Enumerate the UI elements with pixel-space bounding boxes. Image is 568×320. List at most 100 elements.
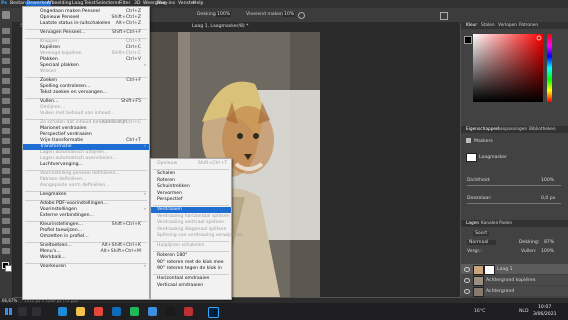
edit-menu-item-vervagen-penseel[interactable]: Vervagen Penseel... Shift+Ctrl+F — [23, 30, 149, 36]
eye-icon[interactable] — [464, 289, 470, 294]
file-explorer-icon[interactable] — [76, 307, 85, 316]
background-color-swatch[interactable] — [5, 265, 12, 272]
search-icon[interactable] — [18, 307, 27, 316]
transform-item-roteren[interactable]: Roteren — [151, 178, 231, 184]
tab-verlopen[interactable]: Verlopen — [498, 23, 517, 28]
layer-filter-kind[interactable]: Soort — [473, 231, 490, 236]
brush-tool-icon[interactable] — [2, 11, 10, 19]
gradient-tool-icon[interactable] — [2, 158, 10, 164]
edit-menu-item-omzetten-in-profiel[interactable]: Omzetten in profiel... — [23, 234, 149, 240]
app-logo[interactable]: Ps — [1, 1, 7, 6]
layer-row[interactable]: Achtergrond kopiëren — [461, 275, 568, 286]
document-tab[interactable]: Laag 1, Laagmasker/8) * — [192, 24, 248, 29]
spotify-icon[interactable] — [130, 307, 139, 316]
layer-row[interactable]: Laag 1 — [461, 264, 568, 275]
eye-icon[interactable] — [464, 267, 470, 272]
lasso-tool-icon[interactable] — [2, 58, 10, 64]
pen-tool-icon[interactable] — [2, 188, 10, 194]
transform-item-schalen[interactable]: Schalen — [151, 171, 231, 177]
transform-item-verdraaien[interactable]: Verdraaien — [151, 207, 231, 213]
eye-icon[interactable] — [464, 278, 470, 283]
blur-tool-icon[interactable] — [2, 168, 10, 174]
layer-name[interactable]: Laag 1 — [497, 267, 513, 272]
xbox-icon[interactable] — [166, 307, 175, 316]
density-value[interactable]: 100% — [541, 178, 554, 183]
foreground-swatch[interactable] — [464, 36, 472, 44]
transform-item-verticaal-omdraaien[interactable]: Verticaal omdraaien — [151, 283, 231, 289]
menu-item-label: 90° roteren met de klok mee — [157, 259, 224, 265]
transform-item-90-roteren-met-de-klok-mee[interactable]: 90° roteren met de klok mee — [151, 260, 231, 266]
eyedropper-tool-icon[interactable] — [2, 98, 10, 104]
photoshop-icon[interactable] — [208, 307, 219, 318]
layer-name[interactable]: Achtergrond — [486, 289, 514, 294]
hue-slider[interactable] — [547, 34, 552, 102]
edge-browser-icon[interactable] — [58, 307, 67, 316]
edit-menu-item-werkbalk[interactable]: Werkbalk... — [23, 255, 149, 261]
tab-aanpassingen[interactable]: Aanpassingen — [497, 127, 527, 132]
tab-stalen[interactable]: Stalen — [481, 23, 495, 28]
task-view-icon[interactable] — [32, 307, 41, 316]
dodge-tool-icon[interactable] — [2, 178, 10, 184]
crop-tool-icon[interactable] — [2, 78, 10, 84]
path-select-icon[interactable] — [2, 208, 10, 214]
app-icon[interactable] — [184, 307, 193, 316]
language-indicator[interactable]: NLD — [519, 309, 529, 314]
hand-tool-icon[interactable] — [2, 228, 10, 234]
menubar-item-help[interactable]: Help — [193, 1, 203, 6]
transform-item-roteren-180[interactable]: Roteren 180° — [151, 253, 231, 259]
windows-start-icon[interactable] — [5, 308, 12, 315]
transform-item-schuintrekken[interactable]: Schuintrekken — [151, 184, 231, 190]
store-icon[interactable] — [148, 307, 157, 316]
brush-tool-icon[interactable] — [2, 118, 10, 124]
feather-value[interactable]: 0,0 px — [541, 196, 555, 201]
edit-menu-item-laatste-status-in-uitschakelen[interactable]: Laatste status in-/uitschakelen Alt+Ctrl+… — [23, 21, 149, 27]
layer-row[interactable]: Achtergrond — [461, 286, 568, 297]
clone-stamp-icon[interactable] — [2, 128, 10, 134]
symmetry-icon[interactable] — [440, 12, 448, 20]
fill-value[interactable]: 100% — [541, 249, 554, 254]
edit-menu-item-tekst-zoeken-en-vervangen[interactable]: Tekst zoeken en vervangen... — [23, 90, 149, 96]
tab-eigenschappen[interactable]: Eigenschappen — [466, 127, 499, 132]
tab-bibliotheken[interactable]: Bibliotheken — [529, 127, 556, 132]
transform-item-perspectief[interactable]: Perspectief — [151, 197, 231, 203]
tab-paden[interactable]: Paden — [499, 221, 512, 226]
more-tools-icon[interactable] — [2, 248, 10, 254]
artboard-tool-icon[interactable] — [2, 38, 10, 44]
blend-mode-select[interactable]: Normaal — [467, 240, 497, 245]
eraser-tool-icon[interactable] — [2, 148, 10, 154]
type-tool-icon[interactable] — [2, 198, 10, 204]
clock-date[interactable]: 3/06/2021 — [533, 312, 557, 317]
menubar-item-plug-ins[interactable]: Plug-ins — [157, 1, 175, 6]
outlook-icon[interactable] — [112, 307, 121, 316]
zoom-tool-icon[interactable] — [2, 238, 10, 244]
density-slider[interactable] — [467, 185, 561, 186]
layer-opacity-value[interactable]: 87% — [544, 240, 554, 245]
shape-tool-icon[interactable] — [2, 218, 10, 224]
color-picker-field[interactable] — [473, 34, 543, 102]
layer-name[interactable]: Achtergrond kopiëren — [486, 278, 536, 283]
tab-patronen[interactable]: Patronen — [519, 23, 538, 28]
smoothing-value[interactable]: 10% — [283, 12, 296, 17]
feather-slider[interactable] — [467, 203, 561, 204]
healing-brush-icon[interactable] — [2, 108, 10, 114]
marquee-tool-icon[interactable] — [2, 48, 10, 54]
move-tool-icon[interactable] — [2, 28, 10, 34]
chrome-icon[interactable] — [94, 307, 103, 316]
transform-item-90-roteren-tegen-de-klok-in[interactable]: 90° roteren tegen de klok in — [151, 266, 231, 272]
history-brush-icon[interactable] — [2, 138, 10, 144]
tab-kleur[interactable]: Kleur — [466, 23, 477, 28]
edit-menu-item-voorkeuren[interactable]: Voorkeuren › — [23, 264, 149, 270]
transform-item-horizontaal-omdraaien[interactable]: Horizontaal omdraaien — [151, 276, 231, 282]
weather-temp[interactable]: 16°C — [474, 309, 485, 314]
edit-menu-item-externe-verbindingen[interactable]: Externe verbindingen... — [23, 213, 149, 219]
quick-select-tool-icon[interactable] — [2, 68, 10, 74]
settings-gear-icon[interactable] — [298, 12, 305, 19]
opacity-value[interactable]: 100% — [216, 12, 232, 17]
transform-item-vervormen[interactable]: Vervormen — [151, 191, 231, 197]
frame-tool-icon[interactable] — [2, 88, 10, 94]
edit-menu-item-leegmaken[interactable]: Leegmaken › — [23, 192, 149, 198]
edit-menu-item-luchtvervanging[interactable]: Luchtvervanging... — [23, 162, 149, 168]
tab-lagen[interactable]: Lagen — [466, 221, 479, 226]
clock-time[interactable]: 10:07 — [538, 305, 551, 310]
tab-kanalen[interactable]: Kanalen — [481, 221, 498, 226]
